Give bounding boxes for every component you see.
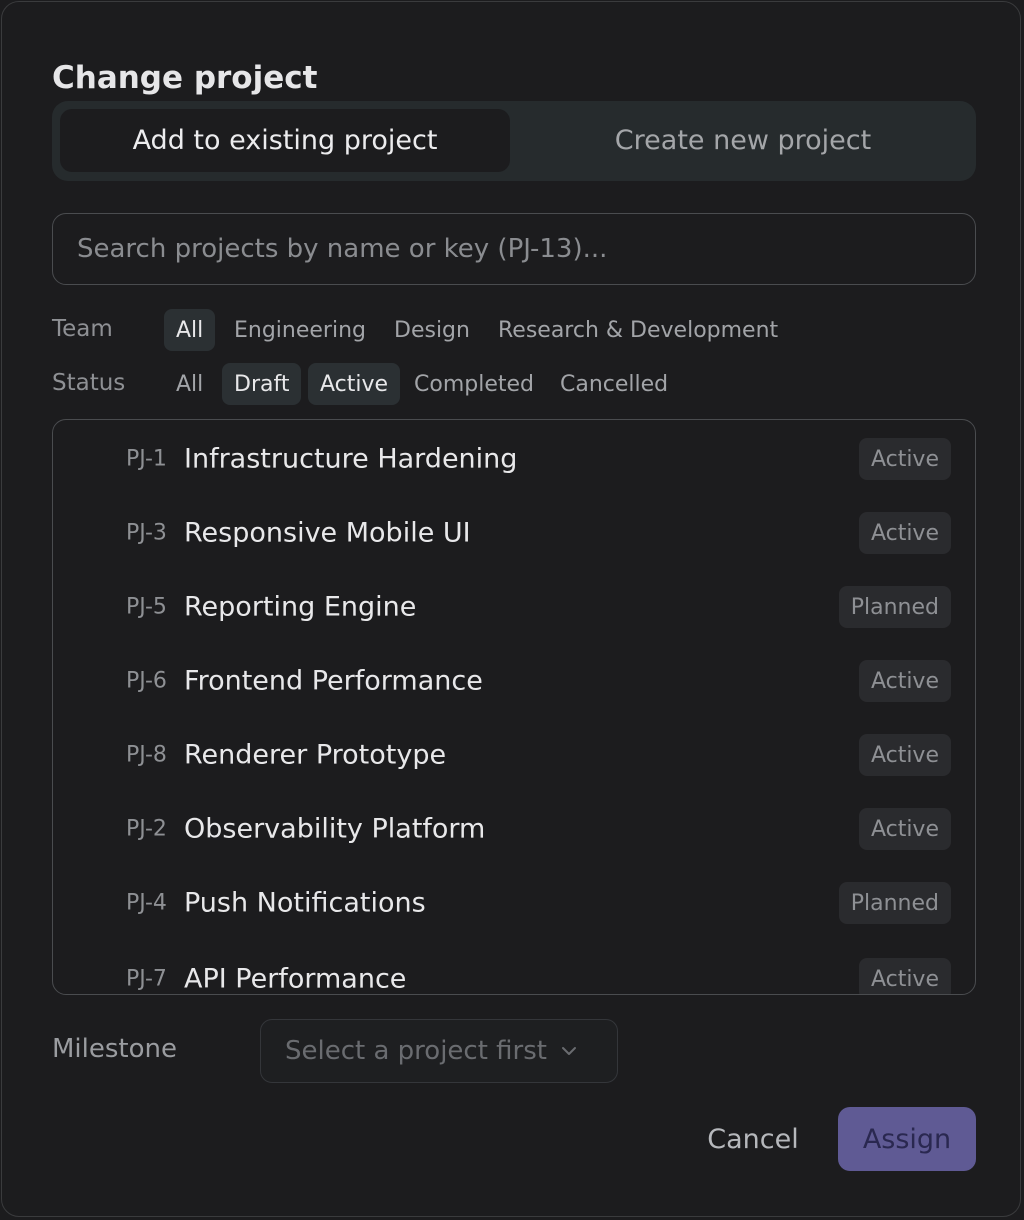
milestone-placeholder: Select a project first [285, 1036, 547, 1066]
project-name: Infrastructure Hardening [184, 443, 518, 475]
project-status-badge: Active [858, 512, 951, 554]
status-chip-all[interactable]: All [164, 363, 215, 405]
team-chip-all[interactable]: All [164, 309, 216, 351]
project-name: API Performance [184, 963, 407, 995]
dialog-title: Change project [52, 60, 318, 96]
status-filter-label: Status [52, 370, 126, 396]
status-chip-cancelled[interactable]: Cancelled [548, 363, 680, 405]
tab-add-to-existing-project[interactable]: Add to existing project [60, 109, 510, 172]
team-chip-design[interactable]: Design [382, 309, 482, 351]
status-chip-draft[interactable]: Draft [222, 363, 302, 405]
project-row[interactable]: PJ-1 Infrastructure Hardening Active [53, 422, 975, 496]
milestone-select[interactable]: Select a project first [260, 1019, 618, 1083]
project-row[interactable]: PJ-4 Push Notifications Planned [53, 866, 975, 940]
status-chip-completed[interactable]: Completed [402, 363, 546, 405]
project-status-badge: Planned [838, 882, 951, 924]
project-row[interactable]: PJ-7 API Performance Active [53, 942, 975, 995]
chevron-down-icon [561, 1046, 577, 1056]
project-status-badge: Active [858, 808, 951, 850]
project-key: PJ-3 [126, 520, 167, 546]
project-status-badge: Active [858, 660, 951, 702]
cancel-button[interactable]: Cancel [688, 1108, 818, 1170]
project-status-badge: Active [858, 734, 951, 776]
status-chip-active[interactable]: Active [308, 363, 401, 405]
project-list[interactable]: PJ-1 Infrastructure Hardening Active PJ-… [52, 419, 976, 995]
project-name: Reporting Engine [184, 591, 417, 623]
project-name: Frontend Performance [184, 665, 483, 697]
project-key: PJ-7 [126, 966, 167, 992]
project-key: PJ-5 [126, 594, 167, 620]
milestone-label: Milestone [52, 1034, 177, 1064]
project-key: PJ-4 [126, 890, 167, 916]
project-row[interactable]: PJ-2 Observability Platform Active [53, 792, 975, 866]
project-status-badge: Active [858, 958, 951, 994]
project-name: Responsive Mobile UI [184, 517, 471, 549]
project-key: PJ-8 [126, 742, 167, 768]
project-name: Push Notifications [184, 887, 426, 919]
change-project-dialog: Change project Add to existing project C… [1, 1, 1021, 1217]
project-search-input[interactable] [52, 213, 976, 285]
team-filter-label: Team [52, 316, 113, 342]
project-key: PJ-6 [126, 668, 167, 694]
project-row[interactable]: PJ-8 Renderer Prototype Active [53, 718, 975, 792]
project-name: Observability Platform [184, 813, 486, 845]
project-row[interactable]: PJ-5 Reporting Engine Planned [53, 570, 975, 644]
project-row[interactable]: PJ-6 Frontend Performance Active [53, 644, 975, 718]
tab-create-new-project[interactable]: Create new project [518, 109, 968, 172]
assign-button[interactable]: Assign [838, 1107, 976, 1171]
project-status-badge: Planned [838, 586, 951, 628]
project-key: PJ-2 [126, 816, 167, 842]
project-key: PJ-1 [126, 446, 167, 472]
project-status-badge: Active [858, 438, 951, 480]
team-chip-research-development[interactable]: Research & Development [486, 309, 790, 351]
project-row[interactable]: PJ-3 Responsive Mobile UI Active [53, 496, 975, 570]
mode-segmented-control: Add to existing project Create new proje… [52, 101, 976, 181]
project-name: Renderer Prototype [184, 739, 447, 771]
team-chip-engineering[interactable]: Engineering [222, 309, 378, 351]
